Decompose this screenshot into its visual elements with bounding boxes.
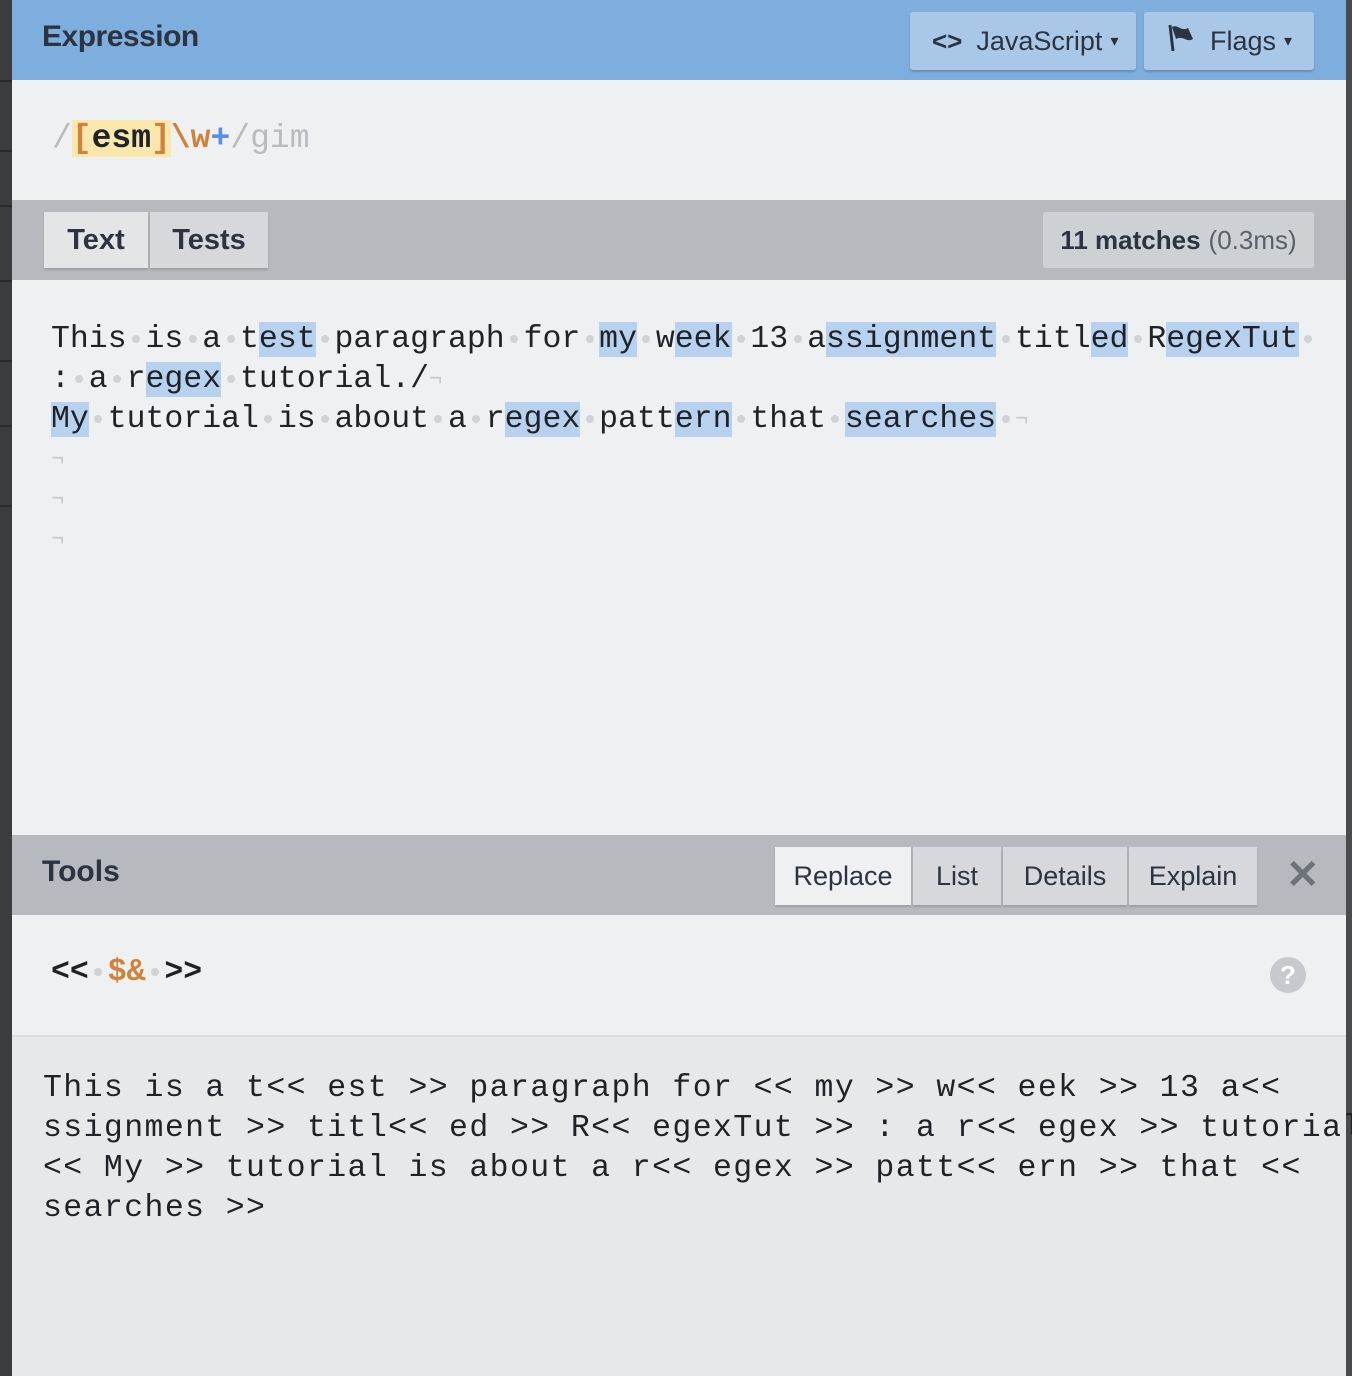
close-delimiter: / bbox=[230, 120, 251, 157]
text-line: ¬ bbox=[51, 527, 65, 552]
quantifier: + bbox=[210, 120, 231, 157]
flag-icon bbox=[1166, 23, 1196, 60]
expression-input[interactable]: /[esm]\w+/gim bbox=[12, 80, 1346, 200]
tab-text[interactable]: Text bbox=[44, 212, 148, 268]
window-right-edge bbox=[1346, 0, 1352, 1376]
language-label: JavaScript bbox=[976, 25, 1103, 56]
language-button[interactable]: <> JavaScript ▾ bbox=[910, 12, 1136, 70]
result-line: ssignment >> titl<< ed >> R<< egexTut >>… bbox=[43, 1111, 1352, 1146]
result-line: searches >> bbox=[43, 1191, 267, 1226]
result-line: << My >> tutorial is about a r<< egex >>… bbox=[43, 1151, 1302, 1186]
tab-explain[interactable]: Explain bbox=[1129, 847, 1257, 905]
regex-app: Expression <> JavaScript ▾ Flags ▾ /[esm… bbox=[12, 0, 1352, 1376]
text-editor[interactable]: This is a test paragraph for my week 13 assignmen… bbox=[12, 280, 1346, 835]
match-count-badge: 11 matches (0.3ms) bbox=[1043, 212, 1314, 268]
expression-header: Expression <> JavaScript ▾ Flags ▾ bbox=[12, 0, 1346, 80]
tab-details[interactable]: Details bbox=[1003, 847, 1127, 905]
replace-input[interactable]: << $& >> ? bbox=[12, 915, 1346, 1037]
text-line: This is a test paragraph for my week 13 assignmen… bbox=[51, 320, 1317, 360]
match-count: 11 matches bbox=[1060, 224, 1201, 255]
replace-pattern[interactable]: << $& >> bbox=[51, 955, 202, 990]
caret-down-icon: ▾ bbox=[1110, 33, 1119, 50]
text-line: My tutorial is about a regex pattern that search… bbox=[51, 400, 1028, 440]
close-icon[interactable]: ✕ bbox=[1286, 853, 1320, 897]
tools-toolbar: Tools Replace List Details Explain ✕ bbox=[12, 835, 1346, 915]
word-escape: \w bbox=[170, 120, 211, 157]
tab-tests[interactable]: Tests bbox=[150, 212, 268, 268]
window-left-edge bbox=[0, 0, 12, 1376]
expression-title: Expression bbox=[42, 20, 199, 53]
tab-list[interactable]: List bbox=[913, 847, 1001, 905]
result-line: This is a t<< est >> paragraph for << my… bbox=[43, 1071, 1282, 1106]
flags-text: gim bbox=[250, 120, 310, 157]
match-time: (0.3ms) bbox=[1208, 224, 1297, 255]
expression-pattern[interactable]: /[esm]\w+/gim bbox=[52, 120, 310, 157]
code-icon: <> bbox=[932, 25, 963, 56]
flags-label: Flags bbox=[1210, 25, 1277, 56]
text-line: : a regex tutorial./¬ bbox=[51, 360, 442, 400]
help-icon[interactable]: ? bbox=[1270, 957, 1306, 993]
text-line: ¬ bbox=[51, 447, 65, 472]
replace-result: This is a t<< est >> paragraph for << my… bbox=[12, 1037, 1352, 1376]
open-delimiter: / bbox=[52, 120, 72, 157]
text-toolbar: Text Tests 11 matches (0.3ms) bbox=[12, 200, 1346, 280]
text-line: ¬ bbox=[51, 487, 65, 512]
caret-down-icon: ▾ bbox=[1284, 33, 1293, 50]
tab-replace[interactable]: Replace bbox=[775, 847, 911, 905]
flags-button[interactable]: Flags ▾ bbox=[1144, 12, 1314, 70]
character-set: [esm] bbox=[71, 120, 171, 157]
tools-title: Tools bbox=[42, 855, 120, 888]
